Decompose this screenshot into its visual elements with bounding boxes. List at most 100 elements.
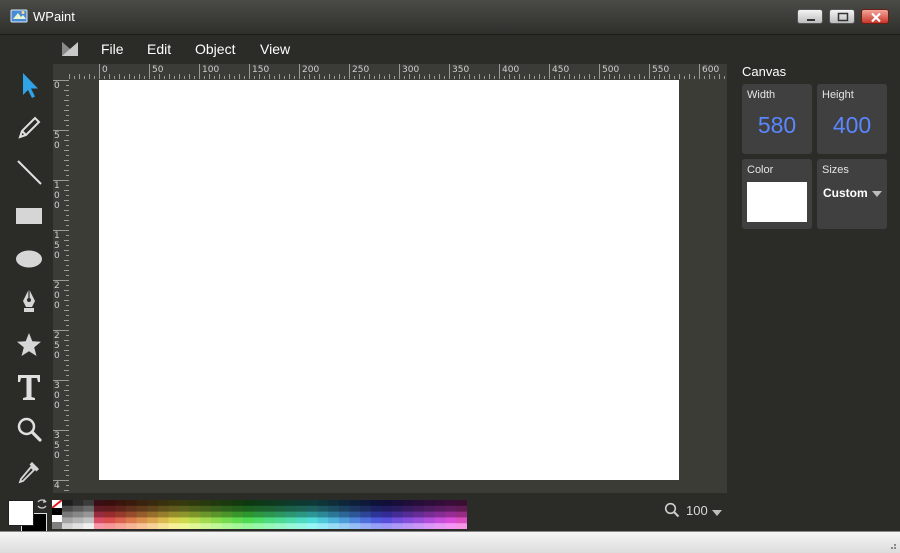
- tool-select[interactable]: [12, 68, 46, 102]
- palette-swatch[interactable]: [243, 523, 255, 529]
- drawing-canvas[interactable]: [99, 80, 679, 480]
- palette-swatch[interactable]: [157, 500, 169, 507]
- chevron-down-icon[interactable]: [712, 510, 722, 516]
- palette-swatch[interactable]: [83, 517, 95, 524]
- tool-eyedropper[interactable]: [12, 455, 46, 489]
- palette-swatch[interactable]: [93, 511, 105, 518]
- palette-swatch[interactable]: [445, 523, 457, 529]
- palette-swatch[interactable]: [157, 511, 169, 518]
- palette-swatch[interactable]: [189, 523, 201, 529]
- sizes-dropdown[interactable]: Custom: [823, 186, 868, 200]
- palette-swatch[interactable]: [424, 505, 436, 512]
- palette-swatch[interactable]: [328, 511, 340, 518]
- palette-swatch[interactable]: [115, 511, 127, 518]
- palette-swatch[interactable]: [83, 505, 95, 512]
- palette-swatch[interactable]: [338, 500, 350, 507]
- palette-swatch[interactable]: [221, 500, 233, 507]
- palette-swatch[interactable]: [104, 500, 116, 507]
- palette-swatch[interactable]: [125, 505, 137, 512]
- palette-swatch[interactable]: [402, 523, 414, 529]
- palette-swatch[interactable]: [221, 517, 233, 524]
- palette-swatch[interactable]: [136, 500, 148, 507]
- palette-swatch[interactable]: [104, 511, 116, 518]
- palette-swatch[interactable]: [434, 523, 446, 529]
- palette-swatch[interactable]: [264, 511, 276, 518]
- tool-pencil[interactable]: [12, 111, 46, 145]
- palette-swatch[interactable]: [243, 517, 255, 524]
- palette-swatch[interactable]: [424, 500, 436, 507]
- palette-swatch[interactable]: [72, 500, 84, 507]
- palette-swatch[interactable]: [338, 511, 350, 518]
- palette-swatch[interactable]: [381, 517, 393, 524]
- palette-swatch[interactable]: [243, 500, 255, 507]
- palette-swatch[interactable]: [402, 517, 414, 524]
- palette-swatch[interactable]: [328, 523, 340, 529]
- tool-star[interactable]: [12, 328, 46, 362]
- palette-swatch[interactable]: [125, 523, 137, 529]
- palette-swatch[interactable]: [104, 523, 116, 529]
- palette-swatch[interactable]: [168, 523, 180, 529]
- menu-file[interactable]: File: [101, 41, 124, 57]
- palette-swatch[interactable]: [285, 511, 297, 518]
- palette-swatch[interactable]: [264, 523, 276, 529]
- palette-swatch[interactable]: [221, 511, 233, 518]
- palette-swatch[interactable]: [211, 517, 223, 524]
- palette-swatch[interactable]: [306, 500, 318, 507]
- palette-swatch[interactable]: [136, 517, 148, 524]
- palette-swatch[interactable]: [392, 517, 404, 524]
- palette-swatch[interactable]: [168, 517, 180, 524]
- palette-swatch[interactable]: [296, 511, 308, 518]
- close-button[interactable]: [861, 9, 889, 24]
- palette-swatch[interactable]: [264, 500, 276, 507]
- palette-swatch[interactable]: [189, 511, 201, 518]
- palette-swatch[interactable]: [147, 505, 159, 512]
- palette-swatch[interactable]: [328, 505, 340, 512]
- palette-swatch[interactable]: [296, 517, 308, 524]
- palette-swatch[interactable]: [72, 511, 84, 518]
- sizes-card[interactable]: Sizes Custom: [817, 159, 887, 229]
- palette-swatch[interactable]: [360, 517, 372, 524]
- palette-swatch[interactable]: [360, 500, 372, 507]
- palette-swatch[interactable]: [104, 505, 116, 512]
- palette-swatch[interactable]: [456, 505, 467, 512]
- palette-swatch[interactable]: [370, 511, 382, 518]
- palette-swatch[interactable]: [157, 523, 169, 529]
- palette-swatch[interactable]: [275, 500, 287, 507]
- palette-swatch[interactable]: [221, 505, 233, 512]
- palette-swatch[interactable]: [360, 511, 372, 518]
- palette-swatch[interactable]: [72, 523, 84, 529]
- palette-swatch[interactable]: [306, 511, 318, 518]
- palette-swatch[interactable]: [306, 523, 318, 529]
- palette-swatch[interactable]: [189, 517, 201, 524]
- palette-swatch[interactable]: [275, 511, 287, 518]
- palette-swatch[interactable]: [232, 517, 244, 524]
- palette-swatch[interactable]: [179, 500, 191, 507]
- palette-swatch[interactable]: [445, 511, 457, 518]
- palette-swatch[interactable]: [456, 500, 467, 507]
- resize-grip-icon[interactable]: [887, 540, 897, 550]
- palette-swatch[interactable]: [306, 517, 318, 524]
- palette-swatch[interactable]: [317, 523, 329, 529]
- palette-swatch[interactable]: [125, 517, 137, 524]
- palette-swatch[interactable]: [381, 505, 393, 512]
- palette-swatch[interactable]: [338, 517, 350, 524]
- palette-swatch[interactable]: [157, 517, 169, 524]
- foreground-color-swatch[interactable]: [8, 500, 34, 526]
- palette-swatch[interactable]: [392, 523, 404, 529]
- palette-swatch[interactable]: [360, 523, 372, 529]
- palette-swatch[interactable]: [147, 517, 159, 524]
- palette-swatch[interactable]: [296, 500, 308, 507]
- palette-swatch[interactable]: [434, 517, 446, 524]
- palette-swatch[interactable]: [296, 523, 308, 529]
- palette-swatch[interactable]: [93, 523, 105, 529]
- palette-swatch[interactable]: [200, 523, 212, 529]
- palette-swatch[interactable]: [392, 511, 404, 518]
- palette-swatch[interactable]: [392, 500, 404, 507]
- palette-swatch[interactable]: [93, 500, 105, 507]
- palette-swatch[interactable]: [253, 500, 265, 507]
- palette-swatch[interactable]: [93, 517, 105, 524]
- palette-swatch[interactable]: [424, 517, 436, 524]
- palette-swatch[interactable]: [264, 517, 276, 524]
- swatch[interactable]: [52, 522, 62, 529]
- palette-swatch[interactable]: [62, 511, 74, 518]
